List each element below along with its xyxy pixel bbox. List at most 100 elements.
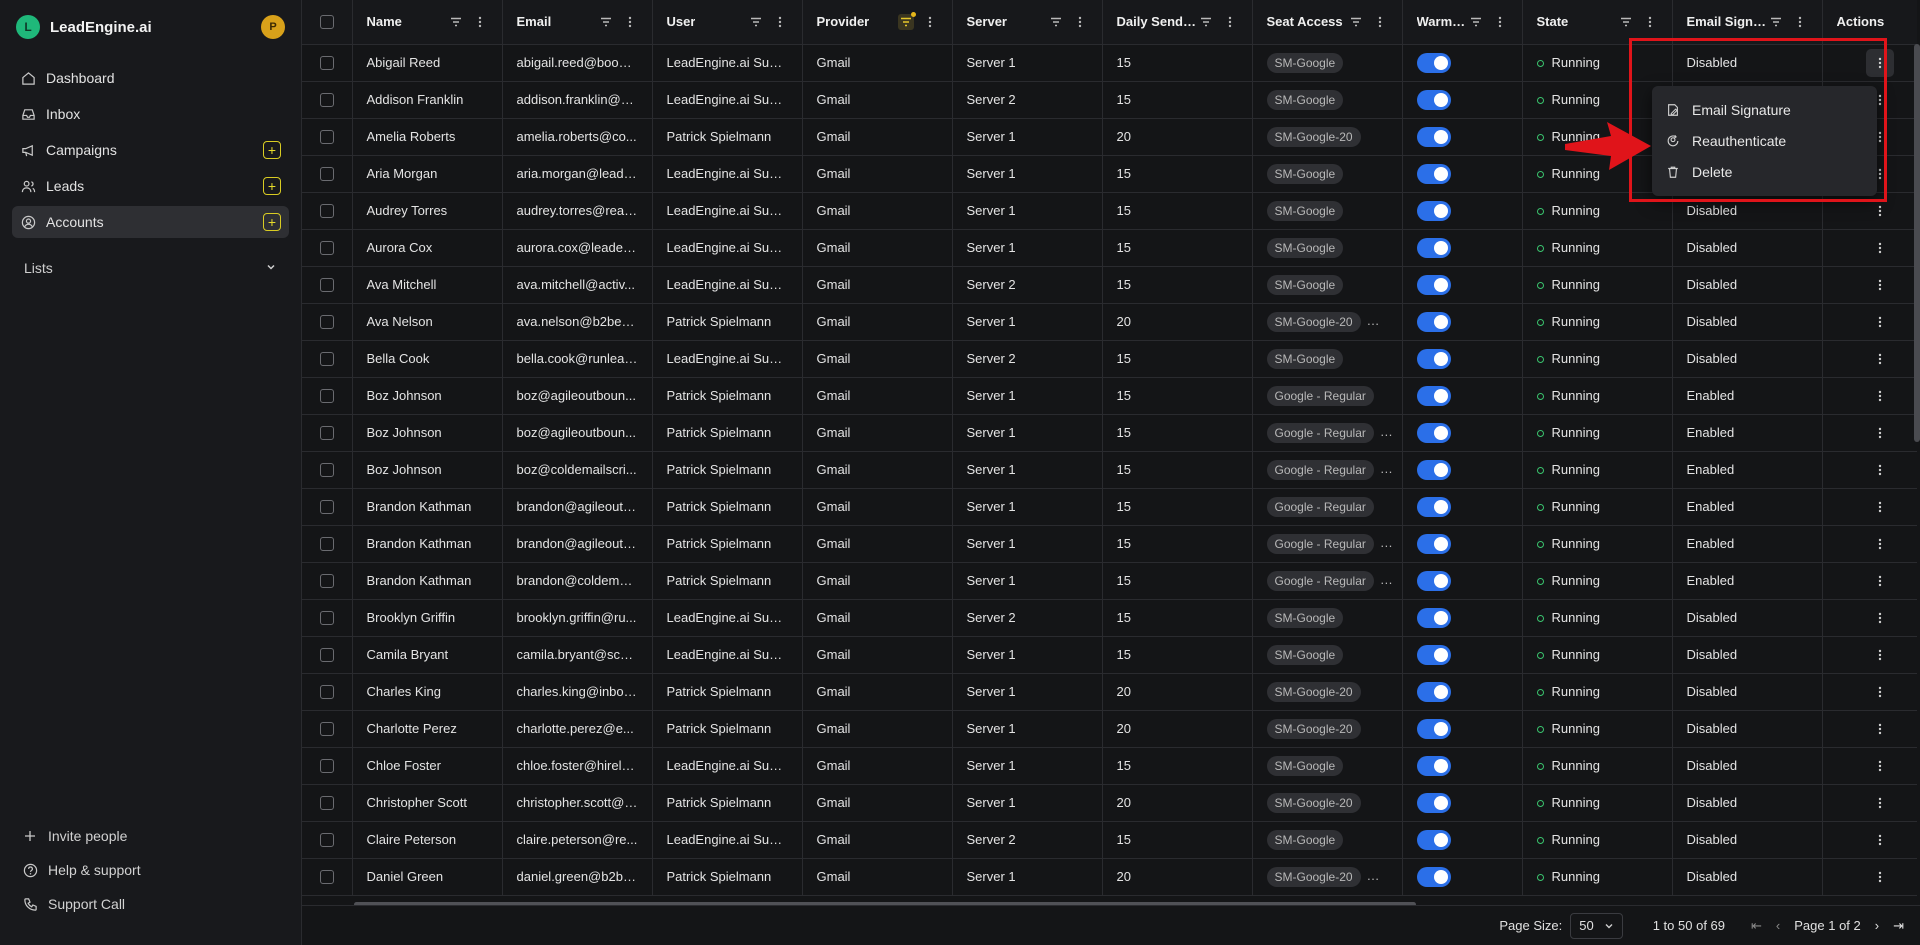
row-actions-kebab-icon[interactable] xyxy=(1837,760,1918,772)
warmup-toggle[interactable] xyxy=(1416,89,1451,110)
row-actions-kebab-icon[interactable] xyxy=(1837,612,1918,624)
filter-icon[interactable] xyxy=(1768,14,1784,30)
table-row[interactable]: Brooklyn Griffin brooklyn.griffin@ru... Le… xyxy=(302,599,1918,637)
table-row[interactable]: Bella Cook bella.cook@runlead... LeadEngin… xyxy=(302,340,1918,378)
column-menu-icon[interactable] xyxy=(1492,14,1508,30)
filter-icon[interactable] xyxy=(598,14,614,30)
filter-icon[interactable] xyxy=(448,14,464,30)
table-row[interactable]: Aurora Cox aurora.cox@leaden... LeadEngine… xyxy=(302,229,1918,267)
row-checkbox[interactable] xyxy=(319,684,334,699)
table-row[interactable]: Brandon Kathman brandon@agileoutb... Patri… xyxy=(302,525,1918,563)
row-checkbox[interactable] xyxy=(319,610,334,625)
add-leads-button[interactable]: + xyxy=(263,177,281,195)
row-checkbox[interactable] xyxy=(319,388,334,403)
row-actions-kebab-icon[interactable] xyxy=(1837,723,1918,735)
column-header-seat-access[interactable]: Seat Access xyxy=(1252,0,1403,45)
row-checkbox[interactable] xyxy=(319,166,334,181)
table-row[interactable]: Ava Nelson ava.nelson@b2bem... Patrick Spi… xyxy=(302,303,1917,341)
column-header-user[interactable]: User xyxy=(652,0,803,45)
table-row[interactable]: Claire Peterson claire.peterson@re... Lead… xyxy=(302,821,1917,859)
row-checkbox[interactable] xyxy=(319,462,334,477)
warmup-toggle[interactable] xyxy=(1416,755,1451,776)
row-checkbox[interactable] xyxy=(319,203,334,218)
sidebar-item-dashboard[interactable]: Dashboard xyxy=(12,62,289,94)
row-checkbox[interactable] xyxy=(319,647,334,662)
column-menu-icon[interactable] xyxy=(1222,14,1238,30)
row-checkbox[interactable] xyxy=(319,425,334,440)
add-campaigns-button[interactable]: + xyxy=(263,141,281,159)
sidebar-item-support-call[interactable]: Support Call xyxy=(12,887,289,921)
sidebar-item-campaigns[interactable]: Campaigns + xyxy=(12,134,289,166)
column-header-warmup[interactable]: WarmUp xyxy=(1402,0,1523,45)
table-row[interactable]: Daniel Green daniel.green@b2be... Patrick … xyxy=(302,858,1918,896)
row-actions-kebab-icon[interactable] xyxy=(1837,538,1918,550)
row-checkbox[interactable] xyxy=(319,129,334,144)
column-menu-icon[interactable] xyxy=(1372,14,1388,30)
prev-page-icon[interactable]: ‹ xyxy=(1776,918,1780,933)
row-actions-kebab-icon[interactable] xyxy=(1837,649,1918,661)
user-avatar[interactable]: P xyxy=(261,15,285,39)
warmup-toggle[interactable] xyxy=(1416,422,1451,443)
table-row[interactable]: Boz Johnson boz@agileoutboun... Patrick Sp… xyxy=(302,414,1918,452)
column-menu-icon[interactable] xyxy=(472,14,488,30)
filter-icon[interactable] xyxy=(748,14,764,30)
row-checkbox[interactable] xyxy=(319,55,334,70)
table-row[interactable]: Charlotte Perez charlotte.perez@e... Patri… xyxy=(302,710,1918,748)
row-actions-kebab-icon[interactable] xyxy=(1837,353,1918,365)
row-actions-kebab-icon[interactable] xyxy=(1837,242,1918,254)
filter-icon[interactable] xyxy=(1198,14,1214,30)
row-actions-kebab-icon[interactable] xyxy=(1837,575,1918,587)
row-checkbox[interactable] xyxy=(319,573,334,588)
select-all-checkbox[interactable] xyxy=(319,14,334,29)
warmup-toggle[interactable] xyxy=(1416,570,1451,591)
warmup-toggle[interactable] xyxy=(1416,829,1451,850)
warmup-toggle[interactable] xyxy=(1416,385,1451,406)
row-checkbox[interactable] xyxy=(319,832,334,847)
warmup-toggle[interactable] xyxy=(1416,348,1451,369)
next-page-icon[interactable]: › xyxy=(1875,918,1879,933)
row-actions-kebab-icon[interactable] xyxy=(1837,427,1918,439)
vertical-scrollbar[interactable] xyxy=(1914,44,1920,442)
row-checkbox[interactable] xyxy=(319,869,334,884)
first-page-icon[interactable]: ⇤ xyxy=(1751,918,1762,934)
filter-icon[interactable] xyxy=(1348,14,1364,30)
warmup-toggle[interactable] xyxy=(1416,681,1451,702)
column-menu-icon[interactable] xyxy=(622,14,638,30)
row-actions-kebab-icon[interactable] xyxy=(1837,464,1918,476)
column-header-email[interactable]: Email xyxy=(502,0,653,45)
table-row[interactable]: Boz Johnson boz@coldemailscri... Patrick S… xyxy=(302,451,1918,489)
warmup-toggle[interactable] xyxy=(1416,496,1451,517)
chevron-down-icon[interactable] xyxy=(265,260,277,276)
table-row[interactable]: Christopher Scott christopher.scott@r... P… xyxy=(302,784,1918,822)
sidebar-item-help-support[interactable]: Help & support xyxy=(12,853,289,887)
table-row[interactable]: Chloe Foster chloe.foster@hirele... LeadEn… xyxy=(302,747,1918,785)
row-checkbox[interactable] xyxy=(319,240,334,255)
warmup-toggle[interactable] xyxy=(1416,644,1451,665)
row-checkbox[interactable] xyxy=(319,536,334,551)
row-checkbox[interactable] xyxy=(319,721,334,736)
table-row[interactable]: Charles King charles.king@inbox... Patrick… xyxy=(302,673,1917,711)
warmup-toggle[interactable] xyxy=(1416,126,1451,147)
warmup-toggle[interactable] xyxy=(1416,163,1451,184)
add-accounts-button[interactable]: + xyxy=(263,213,281,231)
warmup-toggle[interactable] xyxy=(1416,866,1451,887)
row-actions-kebab-icon[interactable] xyxy=(1837,871,1918,883)
column-header-name[interactable]: Name xyxy=(352,0,503,45)
row-checkbox[interactable] xyxy=(319,351,334,366)
row-checkbox[interactable] xyxy=(319,795,334,810)
column-menu-icon[interactable] xyxy=(1642,14,1658,30)
row-actions-kebab-icon[interactable] xyxy=(1837,501,1918,513)
row-actions-kebab-icon[interactable] xyxy=(1837,797,1918,809)
warmup-toggle[interactable] xyxy=(1416,718,1451,739)
filter-icon[interactable] xyxy=(1468,14,1484,30)
column-menu-icon[interactable] xyxy=(922,14,938,30)
sidebar-item-inbox[interactable]: Inbox xyxy=(12,98,289,130)
table-row[interactable]: Ava Mitchell ava.mitchell@activ... LeadEng… xyxy=(302,266,1918,304)
table-row[interactable]: Boz Johnson boz@agileoutboun... Patrick Sp… xyxy=(302,377,1917,415)
last-page-icon[interactable]: ⇥ xyxy=(1893,918,1904,934)
column-header-server[interactable]: Server xyxy=(952,0,1103,45)
row-actions-kebab-icon[interactable] xyxy=(1837,279,1918,291)
row-checkbox[interactable] xyxy=(319,314,334,329)
row-actions-kebab-icon[interactable] xyxy=(1837,205,1918,217)
warmup-toggle[interactable] xyxy=(1416,792,1451,813)
